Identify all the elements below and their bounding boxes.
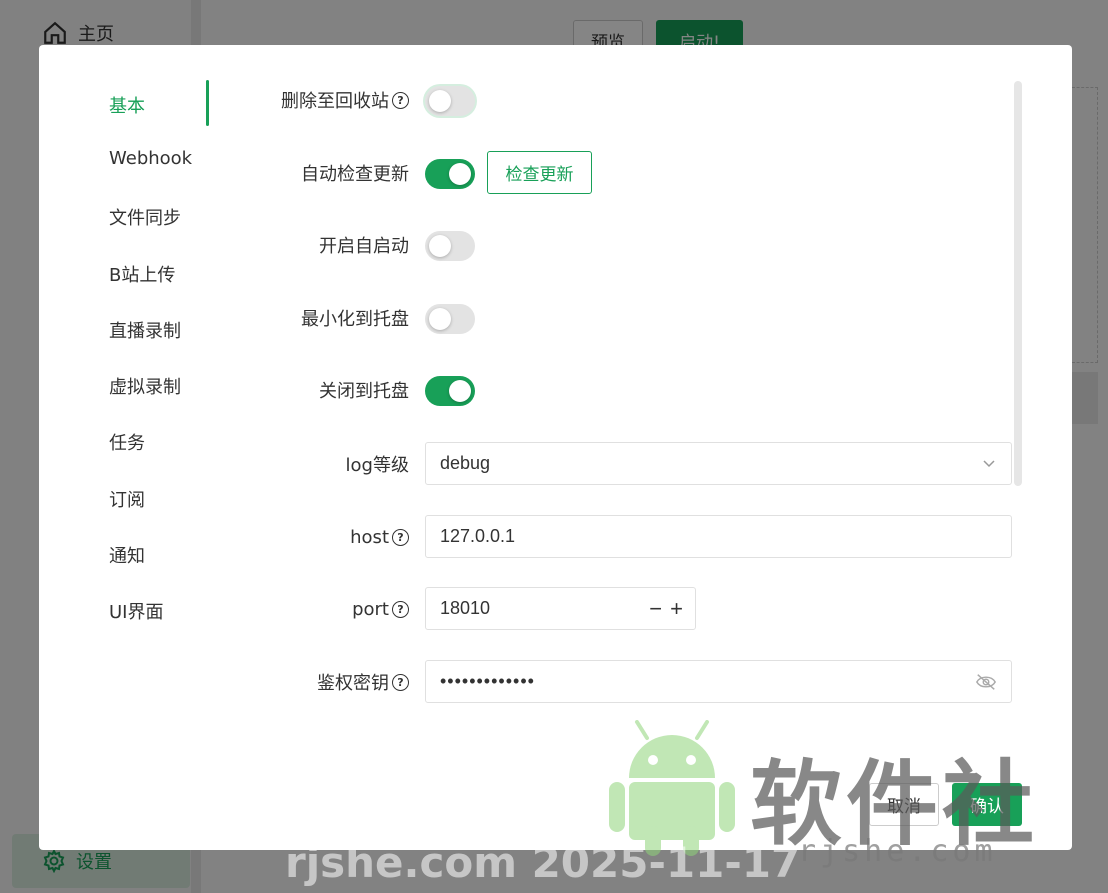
delete-to-trash-switch[interactable] [425,86,475,116]
row-auto-check-update: 自动检查更新 检查更新 [39,151,1039,195]
auth-key-label: 鉴权密钥 ? [317,660,409,704]
auto-check-update-label: 自动检查更新 [301,151,409,195]
help-icon[interactable]: ? [392,673,409,691]
log-level-select[interactable]: debug [425,442,1012,485]
port-text: port [352,598,389,620]
host-text: host [350,526,389,548]
minimize-to-tray-switch[interactable] [425,304,475,334]
host-value: 127.0.0.1 [440,526,516,546]
autostart-text: 开启自启动 [319,236,409,257]
switch-knob [449,163,471,185]
row-auth-key: 鉴权密钥 ? ••••••••••••• [39,660,1039,704]
chevron-down-icon [983,460,995,468]
row-log-level: log等级 debug [39,442,1039,486]
port-value: 18010 [440,598,491,618]
port-input[interactable]: 18010 − + [425,587,696,630]
switch-knob [429,308,451,330]
auto-check-update-switch[interactable] [425,159,475,189]
delete-to-trash-label: 删除至回收站 ? [281,78,409,122]
help-icon[interactable]: ? [392,91,409,109]
host-label: host ? [350,515,409,559]
minimize-to-tray-text: 最小化到托盘 [301,309,409,330]
row-delete-to-trash: 删除至回收站 ? [39,78,1039,122]
plus-icon[interactable]: + [670,598,683,620]
row-minimize-to-tray: 最小化到托盘 [39,296,1039,340]
minimize-to-tray-label: 最小化到托盘 [301,296,409,340]
port-label: port ? [352,587,409,631]
help-icon[interactable]: ? [392,528,409,546]
help-icon[interactable]: ? [392,600,409,618]
android-logo-watermark [609,720,735,856]
auth-key-text: 鉴权密钥 [317,673,389,694]
watermark-site: rjshe.com [798,834,997,869]
switch-knob [429,235,451,257]
row-close-to-tray: 关闭到托盘 [39,368,1039,412]
switch-knob [449,380,471,402]
row-host: host ? 127.0.0.1 [39,515,1039,559]
autostart-switch[interactable] [425,231,475,261]
host-input[interactable]: 127.0.0.1 [425,515,1012,558]
switch-knob [429,90,451,112]
check-update-button[interactable]: 检查更新 [487,151,592,194]
auth-key-input[interactable]: ••••••••••••• [425,660,1012,703]
modal-scrollbar[interactable] [1014,81,1022,486]
row-autostart: 开启自启动 [39,223,1039,267]
autostart-label: 开启自启动 [319,223,409,267]
auth-key-value: ••••••••••••• [440,671,535,691]
close-to-tray-text: 关闭到托盘 [319,381,409,402]
auto-check-update-text: 自动检查更新 [301,164,409,185]
watermark-date: rjshe.com 2025-11-17 [285,838,801,887]
close-to-tray-label: 关闭到托盘 [319,368,409,412]
close-to-tray-switch[interactable] [425,376,475,406]
log-level-value: debug [440,453,491,473]
row-port: port ? 18010 − + [39,587,1039,631]
delete-to-trash-text: 删除至回收站 [281,91,389,112]
log-level-text: log等级 [345,455,409,476]
port-stepper: − + [649,598,683,620]
log-level-label: log等级 [346,442,409,486]
nav-item-subscriptions[interactable]: 订阅 [109,486,145,512]
eye-off-icon[interactable] [975,672,997,692]
minus-icon[interactable]: − [649,598,662,620]
